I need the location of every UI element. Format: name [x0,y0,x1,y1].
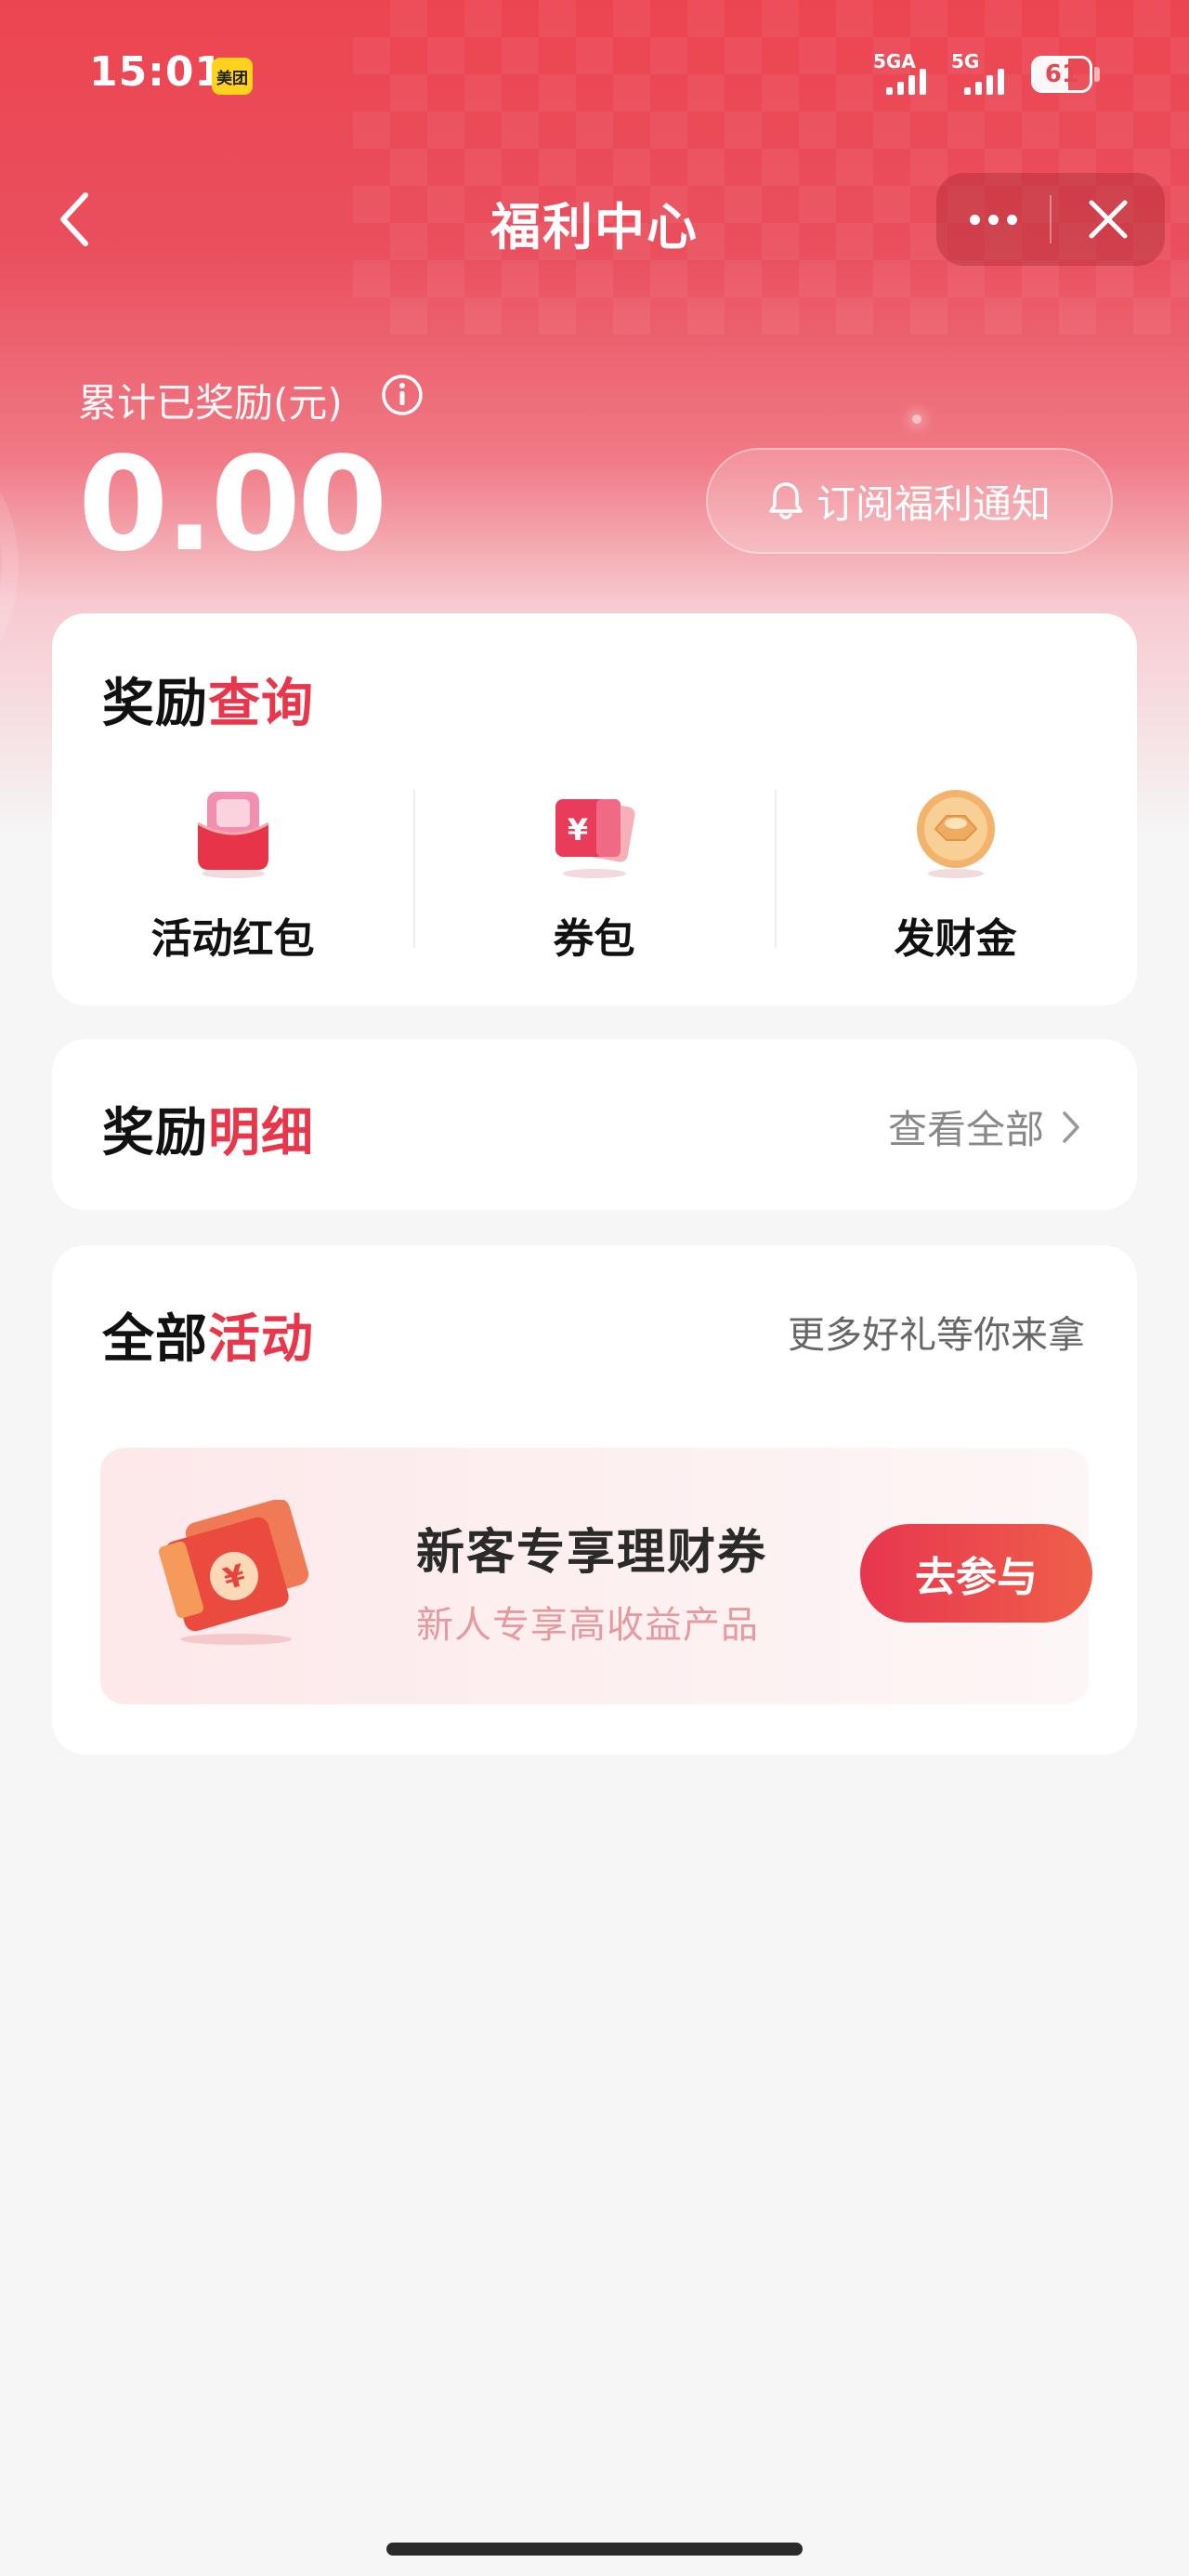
hero-decoration-arc [0,446,19,688]
reward-detail-title: 奖励明细 [102,1091,314,1166]
ticket-icon: ¥ [158,1500,309,1645]
hero-pattern [353,0,1189,335]
title-highlight-wrap: 明细 [208,1103,314,1163]
all-activities-card: 全部活动 更多好礼等你来拿 ¥ 新客专享理财券 新人专享高收益产品 去参与 [52,1245,1137,1755]
reward-detail-card[interactable]: 奖励明细 查看全部 [52,1039,1137,1210]
close-button[interactable] [1052,173,1165,266]
more-dot [987,214,999,225]
battery-tip [1094,67,1100,82]
title-plain: 奖励 [102,674,208,734]
title-plain: 奖励 [102,1103,208,1163]
svg-text:¥: ¥ [568,812,588,848]
all-activities-title: 全部活动 [102,1297,314,1373]
battery-level: 61 [1044,60,1079,88]
red-envelope-icon [197,792,269,878]
more-gifts-text: 更多好礼等你来拿 [788,1314,1085,1357]
promo-subtitle: 新人专享高收益产品 [416,1604,759,1647]
title-highlight-wrap: 查询 [208,674,314,734]
query-item-activity-red-envelope[interactable]: 活动红包 [52,777,413,972]
view-all-label: 查看全部 [887,1107,1044,1152]
status-time: 15:01 [89,48,225,96]
home-indicator[interactable] [386,2543,803,2556]
mini-program-capsule [936,173,1165,266]
battery-icon: 61 [1031,56,1092,93]
more-dot [1006,214,1017,225]
title-highlight: 查询 [208,674,314,734]
reward-query-title: 奖励查询 [102,662,314,737]
query-item-coupon-pack[interactable]: ¥ 券包 [413,777,775,972]
more-dot [969,214,980,225]
chevron-right-icon [1063,1111,1079,1143]
info-icon[interactable] [381,374,424,416]
signal-icon: 5GA [873,50,947,95]
total-reward-value: 0.00 [78,429,387,581]
status-app-badge: 美团 [212,58,253,95]
reward-query-card: 奖励查询 活动红包 ¥ 券包 发财金 [52,613,1137,1005]
query-item-label: 券包 [553,915,635,963]
title-highlight: 活动 [208,1309,314,1370]
more-button[interactable] [936,173,1050,266]
join-button[interactable]: 去参与 [860,1524,1092,1623]
subscribe-label: 订阅福利通知 [816,480,1051,527]
query-item-label: 发财金 [894,915,1017,963]
signal-icon-2: 5G [951,50,1022,95]
hero-sparkle [912,414,921,424]
query-item-fortune-gold[interactable]: 发财金 [775,777,1136,972]
promo-banner-new-customer[interactable]: ¥ 新客专享理财券 新人专享高收益产品 去参与 [100,1448,1092,1704]
promo-title: 新客专享理财券 [416,1525,768,1581]
close-icon [1089,200,1128,239]
total-reward-label: 累计已奖励(元) [78,380,343,426]
bell-icon [769,482,803,519]
title-highlight: 明细 [208,1103,314,1163]
coupon-icon: ¥ [555,799,635,878]
gold-coin-icon [917,790,995,878]
query-item-label: 活动红包 [150,915,315,963]
view-all-link[interactable]: 查看全部 [888,1098,1081,1155]
subscribe-notification-button[interactable]: 订阅福利通知 [706,448,1113,554]
title-highlight-wrap: 活动 [208,1309,314,1370]
title-plain: 全部 [102,1309,208,1370]
